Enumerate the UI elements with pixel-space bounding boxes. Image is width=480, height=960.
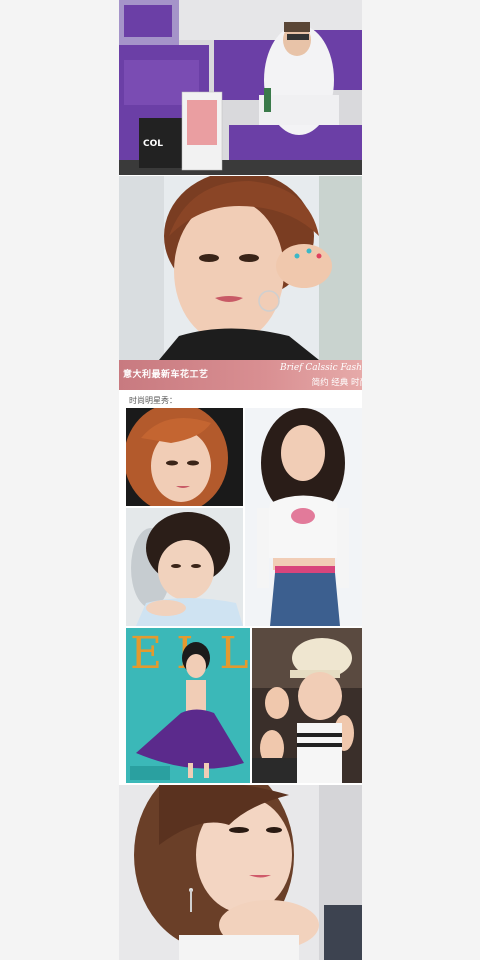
star-photo-2 [245, 408, 362, 626]
star-photo-3 [126, 508, 243, 626]
bag-logo-text: COL [143, 139, 163, 149]
section-label: 时尚明星秀： [129, 396, 177, 405]
portrait-photo [119, 176, 362, 360]
banner-tags: 简约 经典 时尚 [311, 378, 362, 388]
airport-lounge-photo: COL [119, 0, 362, 175]
product-detail-column: COL 意大利最新车花工艺 Brief Calssic Fash 简约 经典 时… [119, 0, 362, 960]
collection-banner: 意大利最新车花工艺 Brief Calssic Fashion 简约 经典 时尚 [119, 360, 362, 390]
banner-title: 意大利最新车花工艺 [123, 370, 209, 380]
bottom-portrait-photo [119, 785, 362, 960]
star-photo-cap [252, 628, 362, 783]
banner-script-text: Brief Calssic Fashion [280, 363, 362, 373]
magazine-cover-photo: ELLE [126, 628, 250, 783]
star-photo-1 [126, 408, 243, 506]
